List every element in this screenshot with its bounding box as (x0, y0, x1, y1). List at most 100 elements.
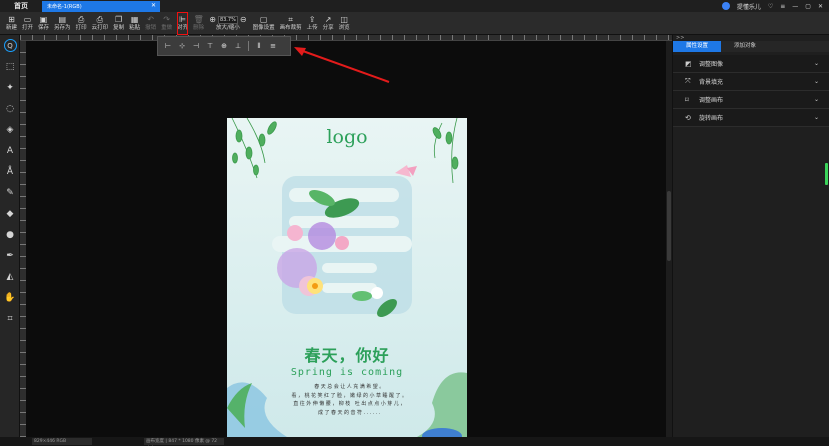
eraser-tool[interactable]: ◆ (0, 203, 20, 224)
cloud-print-button[interactable]: ⎙ 云打印 (92, 12, 109, 35)
canvas-crop-label: 画布裁剪 (279, 25, 302, 31)
redo-button[interactable]: ↷ 重做 (161, 12, 172, 35)
align-button[interactable]: ⊫ 对齐 (177, 12, 189, 35)
eraser-icon: ◆ (6, 208, 14, 219)
poster-body-line[interactable]: 春天总会让人充满希望。 (255, 383, 445, 392)
brush-tool[interactable]: ✎ (0, 182, 20, 203)
browse-button[interactable]: ◫ 浏览 (339, 12, 350, 35)
rotate-canvas-icon: ⟲ (685, 113, 691, 122)
printer-icon: ⎙ (77, 15, 85, 24)
panel-section-item[interactable]: ⤧ 背景填充 ⌄ (673, 73, 829, 91)
panel-section-label: 调整图像 (699, 61, 724, 68)
zoom-tool-tool[interactable]: Q (0, 35, 20, 56)
avatar[interactable] (721, 2, 730, 10)
image-settings-button[interactable]: ▢ 图像设置 (253, 12, 275, 35)
menu-icon[interactable]: ≡ (780, 3, 785, 10)
chevron-down-icon[interactable]: ⌄ (814, 114, 819, 121)
close-tab-icon[interactable]: ✕ (151, 2, 156, 9)
scrollbar-thumb[interactable] (667, 191, 671, 261)
undo-icon: ↶ (147, 15, 154, 24)
zoom-in-icon[interactable]: ⊕ (209, 15, 216, 24)
panel-section-item[interactable]: ◩ 调整图像 ⌄ (673, 55, 829, 73)
undo-button[interactable]: ↶ 撤销 (145, 12, 156, 35)
chevron-down-icon[interactable]: ⌄ (814, 78, 819, 85)
align-right-icon[interactable]: ⊣ (192, 42, 200, 50)
poster-title-cn[interactable]: 春天，你好 (227, 342, 467, 366)
align-label: 对齐 (177, 25, 189, 31)
hand-tool[interactable]: ✋ (0, 287, 20, 308)
image-settings-icon: ▢ (259, 15, 268, 24)
stamp-tool[interactable]: ● (0, 224, 20, 245)
poster-canvas[interactable]: logo 春天，你好 Spring is coming 春天总会让人充满希望。看… (227, 118, 467, 437)
save-as-icon: ▤ (58, 15, 67, 24)
print-button[interactable]: ⎙ 打印 (76, 12, 87, 35)
annotation-arrow (294, 47, 390, 83)
distribute-horizontal-icon[interactable]: ⫴ (255, 42, 263, 51)
cloud-print-icon: ⎙ (96, 15, 104, 24)
magic-wand-tool[interactable]: ✦ (0, 77, 20, 98)
document-tab[interactable]: 未命名-1(RGB) ✕ (42, 0, 160, 12)
poster-body-line[interactable]: 看，桃花笑红了脸，嫩绿的小草睡醒了。 (255, 392, 445, 401)
marquee-tool[interactable]: ⬚ (0, 56, 20, 77)
poster-body-line[interactable]: 成了春天的音符...... (255, 409, 445, 418)
upload-label: 上传 (306, 25, 318, 31)
save-button[interactable]: ▣ 保存 (38, 12, 49, 35)
panel-scrollbar[interactable] (825, 163, 828, 185)
paste-button[interactable]: ▦ 粘贴 (129, 12, 140, 35)
panel-section-item[interactable]: ⟲ 旋转画布 ⌄ (673, 109, 829, 127)
distribute-vertical-icon[interactable]: ≡ (269, 42, 277, 50)
panel-tab[interactable]: 添加对象 (721, 41, 769, 52)
chevron-down-icon[interactable]: ⌄ (814, 96, 819, 103)
stamp-icon: ● (6, 229, 14, 240)
pen-tool[interactable]: ✒ (0, 245, 20, 266)
canvas-crop-button[interactable]: ⌗ 画布裁剪 (280, 12, 302, 35)
zoom-input[interactable]: 83.7% (217, 15, 238, 24)
new-file-icon: ⊞ (8, 15, 15, 24)
zoom-control: ⊕ 83.7% ⊖ 放大/缩小 (209, 12, 246, 32)
delete-button[interactable]: 🗑 删除 (193, 12, 204, 35)
landscape-icon: ◭ (6, 271, 14, 282)
align-popup: ⊢ ⊹ ⊣ ⊤ ⊕ ⊥ ⫴ ≡ (157, 36, 291, 56)
copy-button[interactable]: ❐ 复制 (113, 12, 124, 35)
hand-icon: ✋ (4, 292, 16, 303)
crop-icon: ⌗ (288, 15, 293, 24)
panel-section-item[interactable]: ⌑ 调整画布 ⌄ (673, 91, 829, 109)
poster-title-en[interactable]: Spring is coming (227, 367, 467, 378)
poster-body-line[interactable]: 直往外伸懒腰，柳枝 吐出点点小芽儿， (255, 400, 445, 409)
zoom-row: ⊕ 83.7% ⊖ (209, 15, 246, 24)
align-hcenter-icon[interactable]: ⊹ (178, 42, 186, 50)
home-tab[interactable]: 首页 (0, 0, 42, 12)
paste-icon: ▦ (130, 15, 139, 24)
align-vcenter-icon[interactable]: ⊕ (220, 42, 228, 50)
align-bottom-icon[interactable]: ⊥ (234, 42, 242, 50)
poster-logo[interactable]: logo (227, 126, 467, 148)
align-separator (248, 41, 249, 51)
chevron-down-icon[interactable]: ⌄ (814, 60, 819, 67)
new-button[interactable]: ⊞ 新建 (6, 12, 17, 35)
panel-tab[interactable]: 属性设置 (673, 41, 721, 52)
heart-icon[interactable]: ♡ (768, 3, 773, 10)
pen-shape-tool[interactable]: Å (0, 161, 20, 182)
username[interactable]: 提懂乐儿 (737, 2, 761, 11)
share-button[interactable]: ↗ 分享 (323, 12, 334, 35)
share-icon: ↗ (324, 15, 332, 24)
crop-tool[interactable]: ⌗ (0, 308, 20, 329)
landscape-tool[interactable]: ◭ (0, 266, 20, 287)
open-button[interactable]: ▭ 打开 (22, 12, 33, 35)
lasso-tool[interactable]: ◌ (0, 98, 20, 119)
maximize-icon[interactable]: ▢ (805, 3, 811, 10)
minimize-icon[interactable]: — (792, 3, 798, 10)
paint-bucket-tool[interactable]: ◈ (0, 119, 20, 140)
text-tool[interactable]: A (0, 140, 20, 161)
background-fill-icon: ⤧ (685, 77, 691, 85)
adjust-canvas-icon: ⌑ (685, 95, 689, 104)
zoom-out-icon[interactable]: ⊖ (240, 15, 247, 24)
upload-button[interactable]: ⇪ 上传 (307, 12, 318, 35)
poster-body-text[interactable]: 春天总会让人充满希望。 看，桃花笑红了脸，嫩绿的小草睡醒了。 直往外伸懒腰，柳枝 吐… (255, 383, 445, 417)
align-left-icon[interactable]: ⊢ (164, 42, 172, 50)
close-window-icon[interactable]: ✕ (818, 3, 823, 10)
crop-tool-icon: ⌗ (7, 313, 13, 324)
panel-tabs: 属性设置 添加对象 (673, 41, 829, 52)
align-top-icon[interactable]: ⊤ (206, 42, 214, 50)
save-as-button[interactable]: ▤ 另存为 (54, 12, 71, 35)
